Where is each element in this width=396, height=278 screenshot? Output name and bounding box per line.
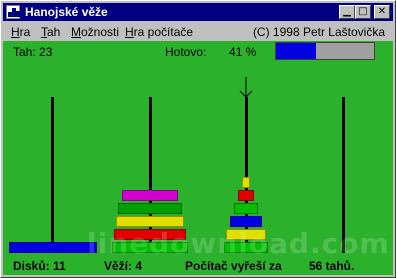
moves-value: 23: [39, 45, 53, 59]
maximize-button[interactable]: □: [355, 5, 371, 19]
progress-fill: [276, 43, 317, 59]
peg-1[interactable]: [51, 97, 54, 253]
disk-peg1-1[interactable]: [9, 242, 97, 253]
menu-hra-pocitace[interactable]: Hra počítače: [125, 25, 193, 39]
disks-count: Disků: 11: [13, 259, 66, 273]
solve-label: Počítač vyřeší za: [185, 259, 282, 273]
progress-bar: [275, 42, 375, 60]
title-bar[interactable]: Hanojské věže ▁ □ ✕: [3, 3, 393, 21]
minimize-button[interactable]: ▁: [339, 5, 355, 19]
towers-count: Věží: 4: [104, 259, 143, 273]
disk-peg3-6[interactable]: [242, 177, 250, 188]
moves-label: Tah:: [13, 45, 36, 59]
disk-peg2-5[interactable]: [122, 190, 178, 201]
menu-bar: Hra Tah Možnosti Hra počítače (C) 1998 P…: [3, 22, 393, 41]
moves-counter: Tah: 23: [13, 45, 52, 59]
done-value: 41 %: [229, 45, 257, 59]
app-window: Hanojské věže ▁ □ ✕ Hra Tah Možnosti Hra…: [0, 0, 396, 278]
game-board[interactable]: Tah: 23 Hotovo: 41 % linedownload.com Di…: [3, 41, 393, 275]
watermark-text: linedownload.com: [87, 227, 390, 260]
copyright-text: (C) 1998 Petr Laštovička: [252, 25, 385, 39]
disk-peg3-5[interactable]: [238, 190, 254, 201]
menu-moznosti[interactable]: Možnosti: [71, 25, 119, 39]
solve-value: 56 tahů.: [309, 259, 355, 273]
close-button[interactable]: ✕: [374, 5, 390, 19]
menu-tah[interactable]: Tah: [41, 25, 60, 39]
down-arrow-icon: [239, 77, 253, 98]
disk-peg2-4[interactable]: [118, 203, 182, 214]
done-label: Hotovo:: [165, 45, 207, 59]
maximize-icon: □: [358, 6, 368, 17]
close-icon: ✕: [377, 6, 387, 17]
hanoi-app-icon[interactable]: [6, 5, 20, 19]
disk-peg3-4[interactable]: [234, 203, 258, 214]
disk-peg3-3[interactable]: [230, 216, 262, 227]
disk-peg2-3[interactable]: [116, 216, 184, 227]
menu-hra[interactable]: Hra: [11, 25, 30, 39]
minimize-icon: ▁: [343, 6, 351, 17]
window-title: Hanojské věže: [25, 5, 108, 19]
